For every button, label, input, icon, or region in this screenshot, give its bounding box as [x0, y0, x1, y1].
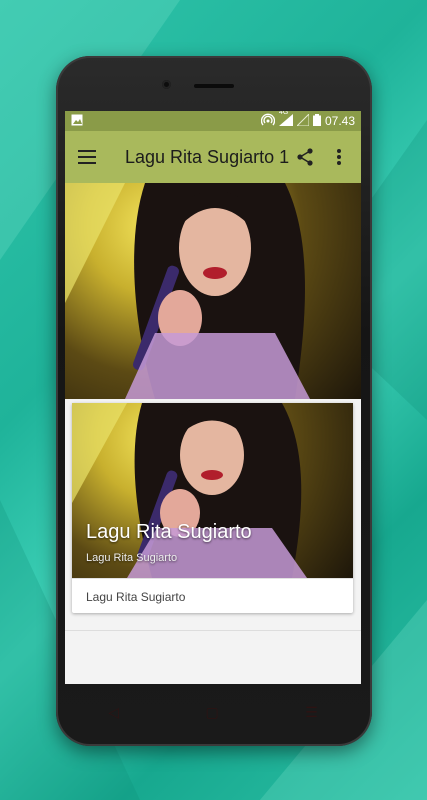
share-icon[interactable]	[293, 145, 317, 169]
earpiece-speaker	[194, 84, 234, 88]
singer-photo	[65, 183, 310, 399]
phone-screen: 4G 07.43 Lagu Rita Sugiarto 1 Lagu Rita …	[65, 111, 361, 684]
header-image	[65, 183, 361, 399]
network-type: 4G	[278, 111, 289, 116]
image-icon	[71, 114, 83, 129]
hotspot-icon	[260, 113, 276, 130]
clock: 07.43	[324, 114, 355, 128]
app-title: Lagu Rita Sugiarto 1	[125, 146, 290, 167]
card-image: Lagu Rita Sugiarto Lagu Rita Sugiarto	[72, 403, 353, 578]
navigation-keys: ◁ ▢ ☰	[65, 692, 361, 732]
status-bar: 4G 07.43	[65, 111, 361, 131]
home-key-icon[interactable]: ▢	[205, 704, 218, 721]
card-title: Lagu Rita Sugiarto	[86, 521, 252, 543]
card-subtitle: Lagu Rita Sugiarto	[86, 552, 178, 564]
more-vert-icon[interactable]	[327, 145, 351, 169]
card-footer-label: Lagu Rita Sugiarto	[72, 578, 353, 614]
back-key-icon[interactable]: ◁	[108, 704, 119, 721]
no-signal-icon	[295, 112, 310, 129]
recents-key-icon[interactable]: ☰	[305, 704, 318, 721]
divider	[65, 630, 361, 631]
signal-icon: 4G	[278, 111, 293, 129]
song-card[interactable]: Lagu Rita Sugiarto Lagu Rita Sugiarto La…	[72, 403, 353, 613]
menu-icon[interactable]	[75, 145, 99, 169]
battery-icon	[312, 113, 321, 129]
app-bar: Lagu Rita Sugiarto 1	[65, 131, 361, 183]
front-camera	[162, 80, 171, 89]
